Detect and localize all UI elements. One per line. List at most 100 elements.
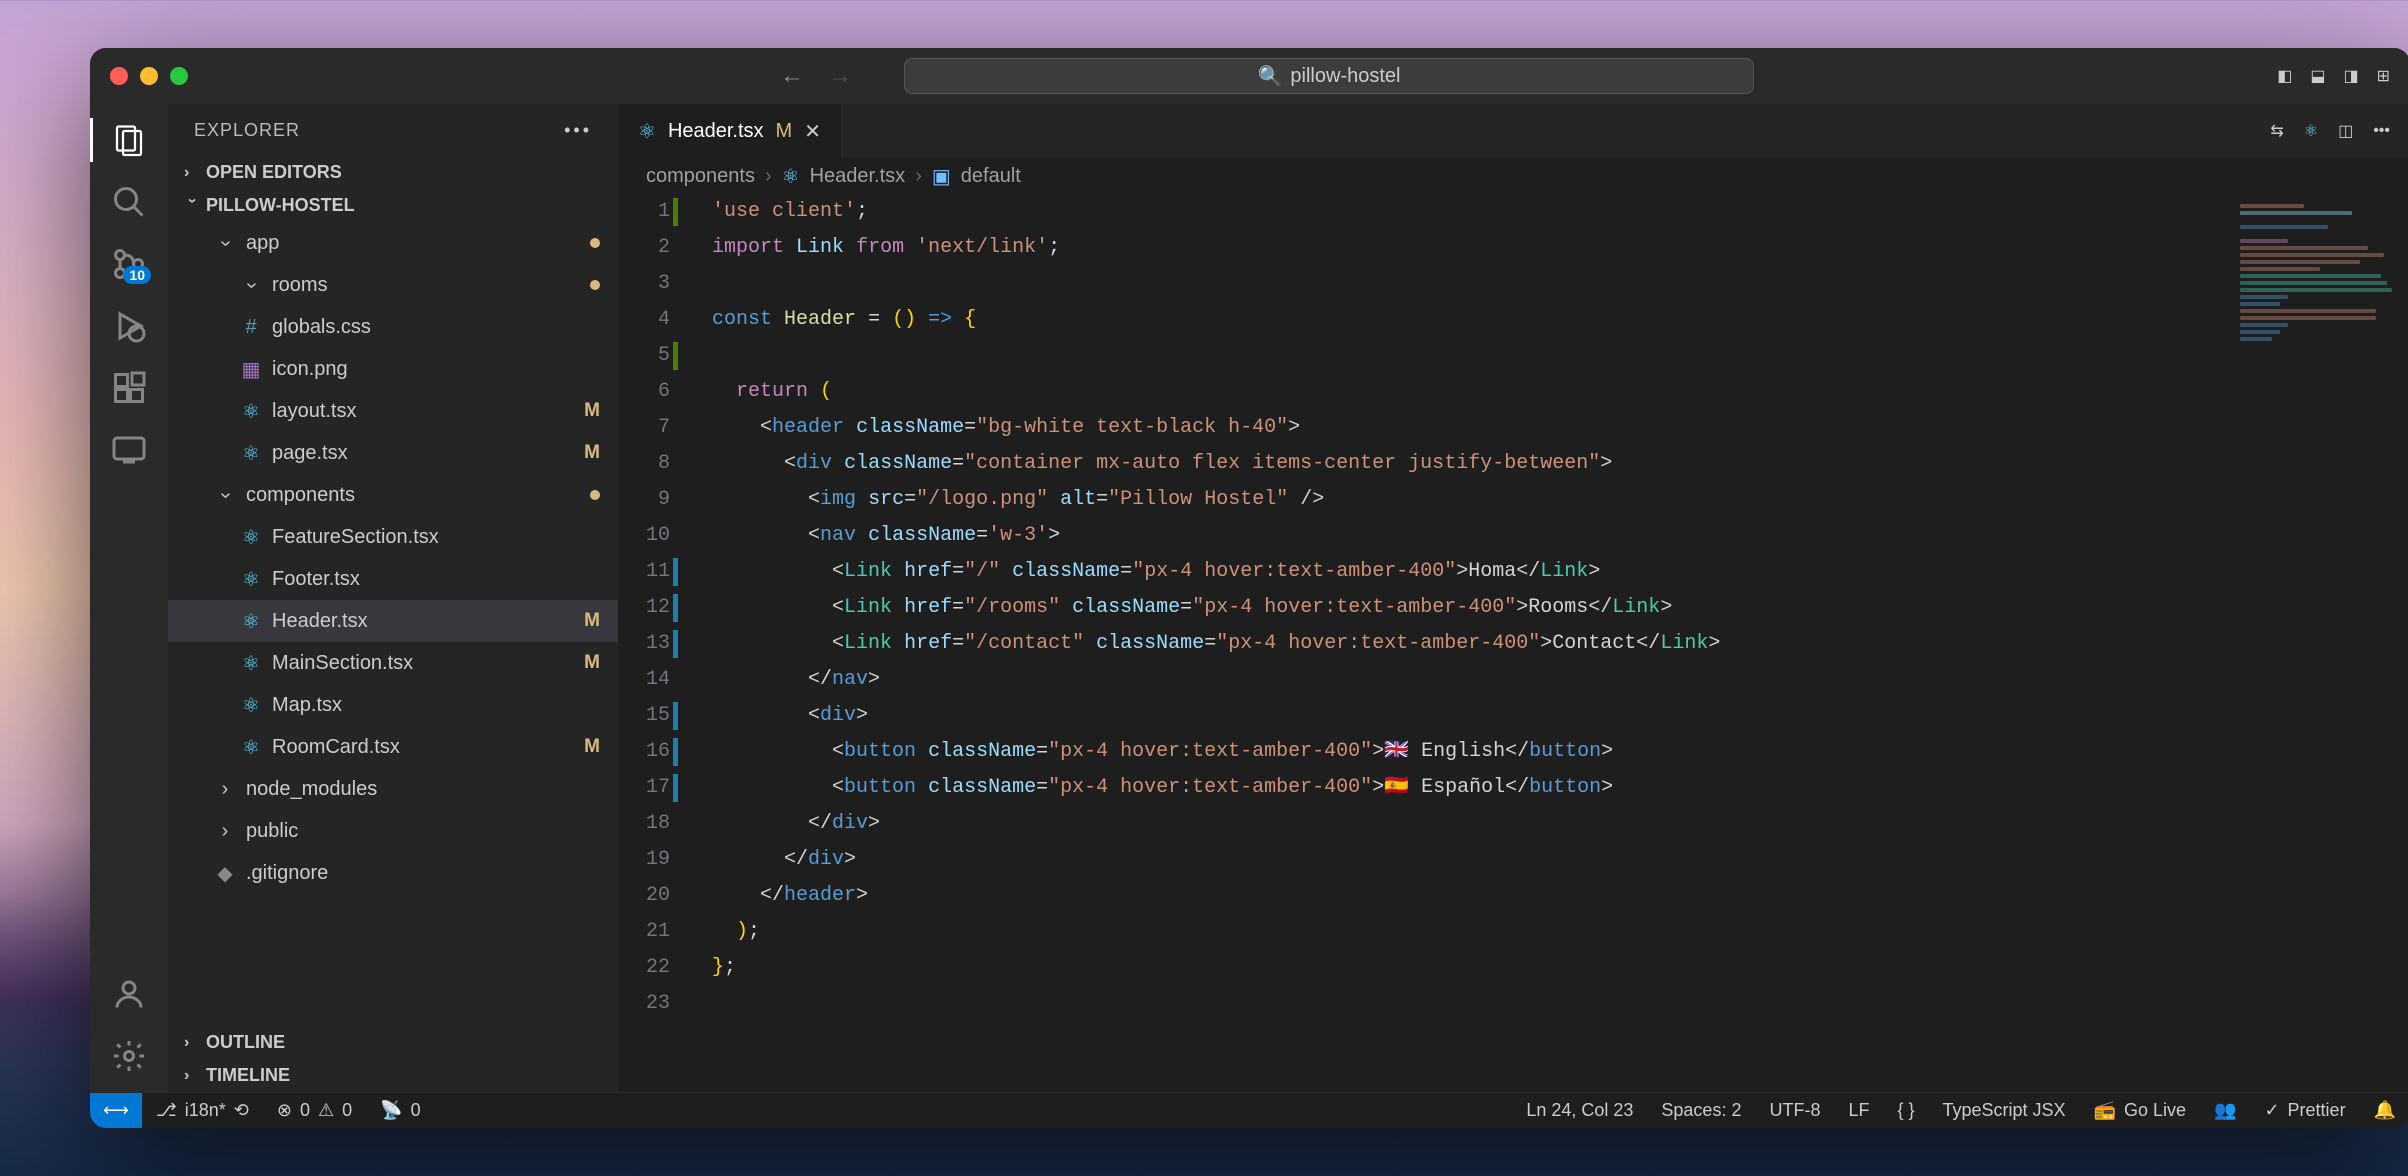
antenna-icon: 📡 [380, 1100, 402, 1121]
tree-item--gitignore[interactable]: ◆.gitignore [168, 852, 618, 894]
breadcrumb-folder[interactable]: components [646, 165, 755, 188]
activity-bar: 10 [90, 104, 168, 1092]
tree-item-node_modules[interactable]: › node_modules [168, 768, 618, 810]
encoding-item[interactable]: UTF-8 [1755, 1100, 1834, 1121]
modified-indicator: M [584, 610, 600, 632]
tree-item-icon-png[interactable]: ▦icon.png [168, 348, 618, 390]
remote-button[interactable]: ⟷ [90, 1093, 142, 1128]
tree-item-Map-tsx[interactable]: ⚛Map.tsx [168, 684, 618, 726]
sidebar-header: EXPLORER ••• [168, 104, 618, 156]
modified-indicator: M [584, 400, 600, 422]
tree-item-Header-tsx[interactable]: ⚛Header.tsxM [168, 600, 618, 642]
tab-header-tsx[interactable]: ⚛ Header.tsx M ✕ [618, 104, 842, 158]
modified-indicator: M [584, 652, 600, 674]
tree-item-label: icon.png [272, 358, 600, 381]
layout-left-icon[interactable]: ◧ [2277, 66, 2292, 86]
react-action-icon[interactable]: ⚛ [2304, 121, 2318, 141]
tree-item-public[interactable]: ›public [168, 810, 618, 852]
warning-icon: ⚠ [318, 1100, 334, 1121]
golive-item[interactable]: 📻Go Live [2080, 1100, 2200, 1121]
minimize-window-button[interactable] [140, 67, 158, 85]
compare-changes-icon[interactable]: ⇆ [2270, 121, 2283, 141]
layout-customize-icon[interactable]: ⊞ [2377, 66, 2390, 86]
title-right-controls: ◧ ⬓ ◨ ⊞ [2277, 66, 2390, 86]
split-editor-icon[interactable]: ◫ [2338, 121, 2353, 141]
project-section[interactable]: › PILLOW-HOSTEL [168, 189, 618, 222]
explorer-more-icon[interactable]: ••• [564, 120, 592, 141]
breadcrumb-file[interactable]: Header.tsx [810, 165, 906, 188]
search-placeholder: pillow-hostel [1290, 65, 1400, 88]
tab-actions: ⇆ ⚛ ◫ ••• [2270, 104, 2408, 158]
cursor-position-item[interactable]: Ln 24, Col 23 [1512, 1100, 1647, 1121]
tree-item-Footer-tsx[interactable]: ⚛ Footer.tsx [168, 558, 618, 600]
bracket-item[interactable]: { } [1883, 1100, 1928, 1121]
tree-item-label: RoomCard.tsx [272, 736, 574, 759]
nav-back-button[interactable]: ← [780, 62, 804, 90]
sync-icon: ⟲ [234, 1100, 249, 1121]
react-file-icon: ⚛ [782, 164, 800, 189]
tree-item-MainSection-tsx[interactable]: ⚛MainSection.tsxM [168, 642, 618, 684]
tree-item-components[interactable]: ›components [168, 474, 618, 516]
chevron-down-icon: › [183, 198, 201, 214]
chevron-right-icon: › [184, 1067, 200, 1085]
ports-item[interactable]: 📡0 [366, 1100, 434, 1121]
tab-close-icon[interactable]: ✕ [804, 119, 821, 144]
git-branch-item[interactable]: ⎇ i18n* ⟲ [142, 1100, 263, 1121]
prettier-item[interactable]: ✓Prettier [2250, 1100, 2359, 1121]
debug-activity-icon[interactable] [111, 308, 147, 344]
tree-item-label: public [246, 820, 600, 843]
timeline-section[interactable]: › TIMELINE [168, 1059, 618, 1092]
outline-section[interactable]: › OUTLINE [168, 1026, 618, 1059]
language-item[interactable]: TypeScript JSX [1929, 1100, 2080, 1121]
tree-item-layout-tsx[interactable]: ⚛layout.tsxM [168, 390, 618, 432]
code-content[interactable]: 'use client';import Link from 'next/link… [688, 194, 2408, 1092]
remote-icon: ⟷ [103, 1100, 129, 1121]
scm-activity-icon[interactable]: 10 [111, 246, 147, 282]
maximize-window-button[interactable] [170, 67, 188, 85]
editor-area: ⚛ Header.tsx M ✕ ⇆ ⚛ ◫ ••• components › … [618, 104, 2408, 1092]
close-window-button[interactable] [110, 67, 128, 85]
modified-indicator: M [584, 442, 600, 464]
tree-item-app[interactable]: ›app [168, 222, 618, 264]
copilot-item[interactable]: 👥 [2200, 1100, 2250, 1121]
search-activity-icon[interactable] [111, 184, 147, 220]
tree-item-label: Map.tsx [272, 694, 600, 717]
notifications-item[interactable]: 🔔 [2360, 1100, 2408, 1121]
eol-item[interactable]: LF [1834, 1100, 1883, 1121]
copilot-icon: 👥 [2214, 1100, 2236, 1121]
tree-item-globals-css[interactable]: #globals.css [168, 306, 618, 348]
chevron-down-icon: › [213, 492, 236, 499]
extensions-activity-icon[interactable] [111, 370, 147, 406]
tree-item-label: Footer.tsx [272, 568, 600, 591]
command-center-search[interactable]: 🔍 pillow-hostel [904, 58, 1754, 94]
search-icon: 🔍 [1258, 64, 1283, 89]
breadcrumb-symbol[interactable]: default [961, 165, 1021, 188]
layout-bottom-icon[interactable]: ⬓ [2310, 66, 2325, 86]
tree-item-label: node_modules [246, 778, 600, 801]
remote-activity-icon[interactable] [111, 432, 147, 468]
chevron-right-icon: › [184, 1034, 200, 1052]
chevron-right-icon: › [184, 164, 200, 182]
css-file-icon: # [245, 316, 256, 339]
tree-item-rooms[interactable]: ›rooms [168, 264, 618, 306]
tree-item-page-tsx[interactable]: ⚛page.tsxM [168, 432, 618, 474]
status-bar: ⟷ ⎇ i18n* ⟲ ⊗0 ⚠0 📡0 Ln 24, Col 23 Space… [90, 1092, 2408, 1128]
react-file-icon: ⚛ [242, 567, 260, 592]
tree-item-RoomCard-tsx[interactable]: ⚛RoomCard.tsxM [168, 726, 618, 768]
title-bar: ← → 🔍 pillow-hostel ◧ ⬓ ◨ ⊞ [90, 48, 2408, 104]
settings-activity-icon[interactable] [111, 1038, 147, 1074]
code-editor[interactable]: 1234567891011121314151617181920212223 'u… [618, 194, 2408, 1092]
indentation-item[interactable]: Spaces: 2 [1647, 1100, 1755, 1121]
more-actions-icon[interactable]: ••• [2373, 122, 2390, 140]
tree-item-FeatureSection-tsx[interactable]: ⚛FeatureSection.tsx [168, 516, 618, 558]
breadcrumb[interactable]: components › ⚛ Header.tsx › ▣ default [618, 158, 2408, 194]
open-editors-section[interactable]: › OPEN EDITORS [168, 156, 618, 189]
problems-item[interactable]: ⊗0 ⚠0 [263, 1100, 366, 1121]
layout-right-icon[interactable]: ◨ [2343, 66, 2358, 86]
modified-dot-icon [590, 280, 600, 290]
explorer-activity-icon[interactable] [111, 122, 147, 158]
nav-forward-button[interactable]: → [828, 62, 852, 90]
tree-item-label: app [246, 232, 580, 255]
account-activity-icon[interactable] [111, 976, 147, 1012]
chevron-right-icon: › [222, 778, 229, 801]
